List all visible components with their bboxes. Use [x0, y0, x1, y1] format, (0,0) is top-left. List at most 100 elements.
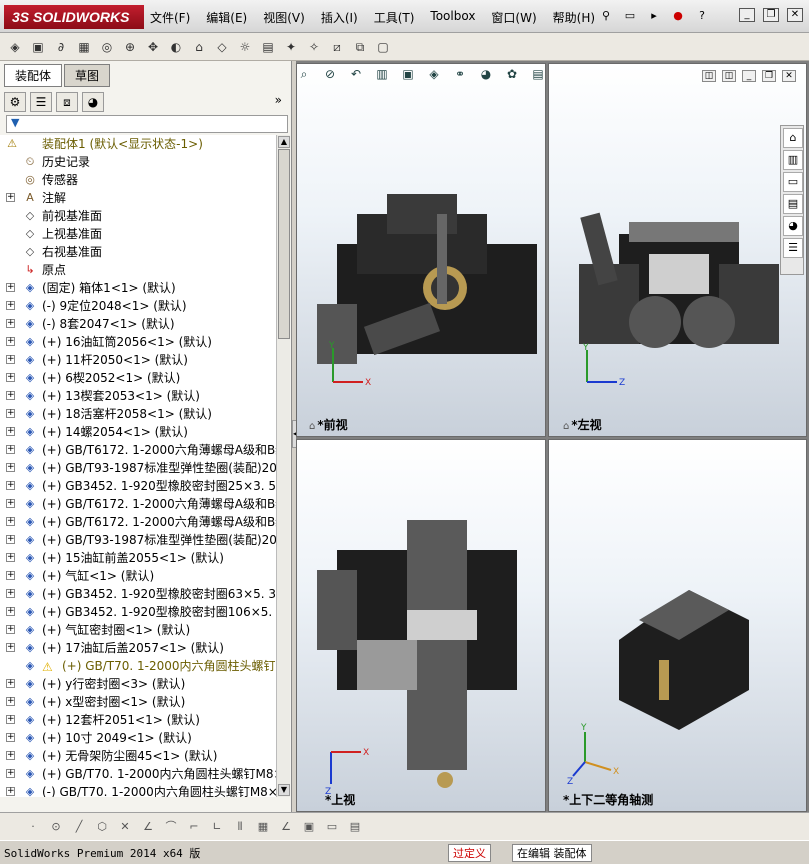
overdefined-status[interactable]: 过定义 — [448, 844, 491, 862]
expand-icon[interactable]: + — [6, 553, 15, 562]
expand-icon[interactable]: + — [6, 391, 15, 400]
tree-item[interactable]: + ◈ (+) GB/T6172. 1-2000六角薄螺母A级和B级 — [0, 495, 276, 513]
expand-icon[interactable]: + — [6, 625, 15, 634]
tree-item[interactable]: + ◈ (+) 12套杆2051<1> (默认) — [0, 711, 276, 729]
mate-icon[interactable]: ◎ — [98, 38, 116, 56]
explode-line-icon[interactable]: ✧ — [305, 38, 323, 56]
expand-icon[interactable]: + — [6, 787, 15, 796]
line-icon[interactable]: ╱ — [72, 820, 86, 834]
pin-icon[interactable]: ⚲ — [598, 9, 614, 23]
tree-item[interactable]: + ◈ (+) GB3452. 1-920型橡胶密封圈106×5. 3< — [0, 603, 276, 621]
expand-icon[interactable]: + — [6, 535, 15, 544]
grid-icon[interactable]: ▦ — [256, 820, 270, 834]
viewport-front[interactable]: Y X ⌂ *前视 — [296, 63, 546, 437]
expand-icon[interactable]: + — [6, 733, 15, 742]
restore-viewport-icon[interactable]: ❐ — [762, 70, 776, 82]
view-orientation-icon[interactable]: ▣ — [400, 67, 416, 81]
menu-help[interactable]: 帮助(H) — [553, 9, 595, 26]
tree-item[interactable]: + ◈ (+) 17油缸后盖2057<1> (默认) — [0, 639, 276, 657]
tree-item[interactable]: + ◈ (固定) 箱体1<1> (默认) — [0, 279, 276, 297]
tree-item[interactable]: + ◈ (-) 9定位2048<1> (默认) — [0, 297, 276, 315]
scroll-up-icon[interactable]: ▲ — [278, 136, 290, 148]
tree-item[interactable]: + ◈ (+) GB3452. 1-920型橡胶密封圈25×3. 55 — [0, 477, 276, 495]
restore-icon[interactable]: ❐ — [763, 8, 779, 22]
tree-item[interactable]: + ◈ (+) 6楔2052<1> (默认) — [0, 369, 276, 387]
section-view-icon[interactable]: ▥ — [374, 67, 390, 81]
box-icon[interactable]: ▣ — [302, 820, 316, 834]
zoom-area-icon[interactable]: ⊘ — [322, 67, 338, 81]
expand-icon[interactable]: + — [6, 427, 15, 436]
tree-item[interactable]: + ◈ (+) GB3452. 1-920型橡胶密封圈63×5. 3<1 — [0, 585, 276, 603]
view-palette-icon[interactable]: ▤ — [783, 194, 803, 214]
tree-item[interactable]: ⏲ 历史记录 — [0, 153, 276, 171]
tree-item[interactable]: ◇ 前视基准面 — [0, 207, 276, 225]
viewport-isometric[interactable]: Y X Z *上下二等角轴测 — [548, 439, 807, 812]
feature-manager-icon[interactable]: ⚙ — [4, 92, 26, 112]
tree-item[interactable]: ◈ ⚠ (+) GB/T70. 1-2000内六角圆柱头螺钉M — [0, 657, 276, 675]
tree-root-assembly[interactable]: ⚠ 装配体1 (默认<显示状态-1>) — [0, 135, 276, 153]
reference-geometry-icon[interactable]: ◇ — [213, 38, 231, 56]
instant3d-icon[interactable]: ▢ — [374, 38, 392, 56]
scroll-down-icon[interactable]: ▼ — [278, 784, 290, 796]
table-icon[interactable]: ▤ — [348, 820, 362, 834]
tree-item[interactable]: + ◈ (+) GB/T6172. 1-2000六角薄螺母A级和B级 — [0, 441, 276, 459]
tree-item[interactable]: + ◈ (+) 11杆2050<1> (默认) — [0, 351, 276, 369]
polygon-icon[interactable]: ⬡ — [95, 820, 109, 834]
expand-icon[interactable]: + — [6, 355, 15, 364]
trim-icon[interactable]: ✕ — [118, 820, 132, 834]
menu-toolbox[interactable]: Toolbox — [430, 9, 475, 26]
sync-views-icon[interactable]: ◫ — [722, 70, 736, 82]
new-motion-study-icon[interactable]: ☼ — [236, 38, 254, 56]
section-icon[interactable]: ▭ — [325, 820, 339, 834]
open-icon[interactable]: ▸ — [646, 9, 662, 23]
custom-properties-icon[interactable]: ☰ — [783, 238, 803, 258]
assembly-features-icon[interactable]: ⌂ — [190, 38, 208, 56]
viewport-left[interactable]: ◫ ◫ _ ❐ ✕ Y Z ⌂ *左视 — [548, 63, 807, 437]
configuration-manager-icon[interactable]: ⧈ — [56, 92, 78, 112]
tree-item[interactable]: + ◈ (-) 8套2047<1> (默认) — [0, 315, 276, 333]
expand-icon[interactable]: + — [6, 283, 15, 292]
tree-item[interactable]: ↳ 原点 — [0, 261, 276, 279]
appearances-icon[interactable]: ◕ — [783, 216, 803, 236]
move-component-icon[interactable]: ✥ — [144, 38, 162, 56]
menu-tools[interactable]: 工具(T) — [374, 9, 415, 26]
menu-window[interactable]: 窗口(W) — [491, 9, 536, 26]
tree-item[interactable]: + ◈ (-) GB/T70. 1-2000内六角圆柱头螺钉M8× — [0, 783, 276, 797]
expand-icon[interactable]: + — [6, 769, 15, 778]
tree-item[interactable]: + A 注解 — [0, 189, 276, 207]
tree-item[interactable]: + ◈ (+) 18活塞杆2058<1> (默认) — [0, 405, 276, 423]
expand-icon[interactable]: + — [6, 589, 15, 598]
link-views-icon[interactable]: ◫ — [702, 70, 716, 82]
tree-item[interactable]: + ◈ (+) y行密封圈<3> (默认) — [0, 675, 276, 693]
expand-chevron-icon[interactable]: » — [275, 93, 282, 107]
expand-icon[interactable]: + — [6, 715, 15, 724]
tree-item[interactable]: + ◈ (+) 13楔套2053<1> (默认) — [0, 387, 276, 405]
zoom-to-fit-icon[interactable]: ⌕ — [296, 67, 312, 82]
display-style-icon[interactable]: ◈ — [426, 67, 442, 81]
tree-item[interactable]: ◎ 传感器 — [0, 171, 276, 189]
menu-view[interactable]: 视图(V) — [263, 9, 305, 26]
menu-file[interactable]: 文件(F) — [150, 9, 190, 26]
tree-item[interactable]: ◇ 上视基准面 — [0, 225, 276, 243]
scene-icon[interactable]: ✿ — [504, 67, 520, 81]
expand-icon[interactable]: + — [6, 481, 15, 490]
tree-item[interactable]: + ◈ (+) GB/T93-1987标准型弹性垫圈(装配)20 — [0, 531, 276, 549]
filter-icon[interactable]: ▼ — [11, 116, 19, 129]
tree-item[interactable]: + ◈ (+) GB/T6172. 1-2000六角薄螺母A级和B级 — [0, 513, 276, 531]
expand-icon[interactable]: + — [6, 571, 15, 580]
fillet-icon[interactable]: ⌒ — [164, 820, 178, 834]
tree-item[interactable]: + ◈ (+) 10寸 2049<1> (默认) — [0, 729, 276, 747]
tree-item[interactable]: + ◈ (+) 14螺2054<1> (默认) — [0, 423, 276, 441]
expand-icon[interactable]: + — [6, 499, 15, 508]
expand-icon[interactable]: + — [6, 643, 15, 652]
tree-item[interactable]: ◇ 右视基准面 — [0, 243, 276, 261]
help-icon[interactable]: ? — [694, 9, 710, 23]
smart-fastener-icon[interactable]: ⊕ — [121, 38, 139, 56]
rebuild-icon[interactable]: ● — [670, 9, 686, 23]
new-document-icon[interactable]: ▭ — [622, 9, 638, 23]
tab-sketch[interactable]: 草图 — [64, 64, 111, 87]
minimize-icon[interactable]: _ — [739, 8, 755, 22]
paperclip-icon[interactable]: ∂ — [52, 38, 70, 56]
mirror-icon[interactable]: ⫴ — [233, 820, 247, 834]
expand-icon[interactable]: + — [6, 193, 15, 202]
